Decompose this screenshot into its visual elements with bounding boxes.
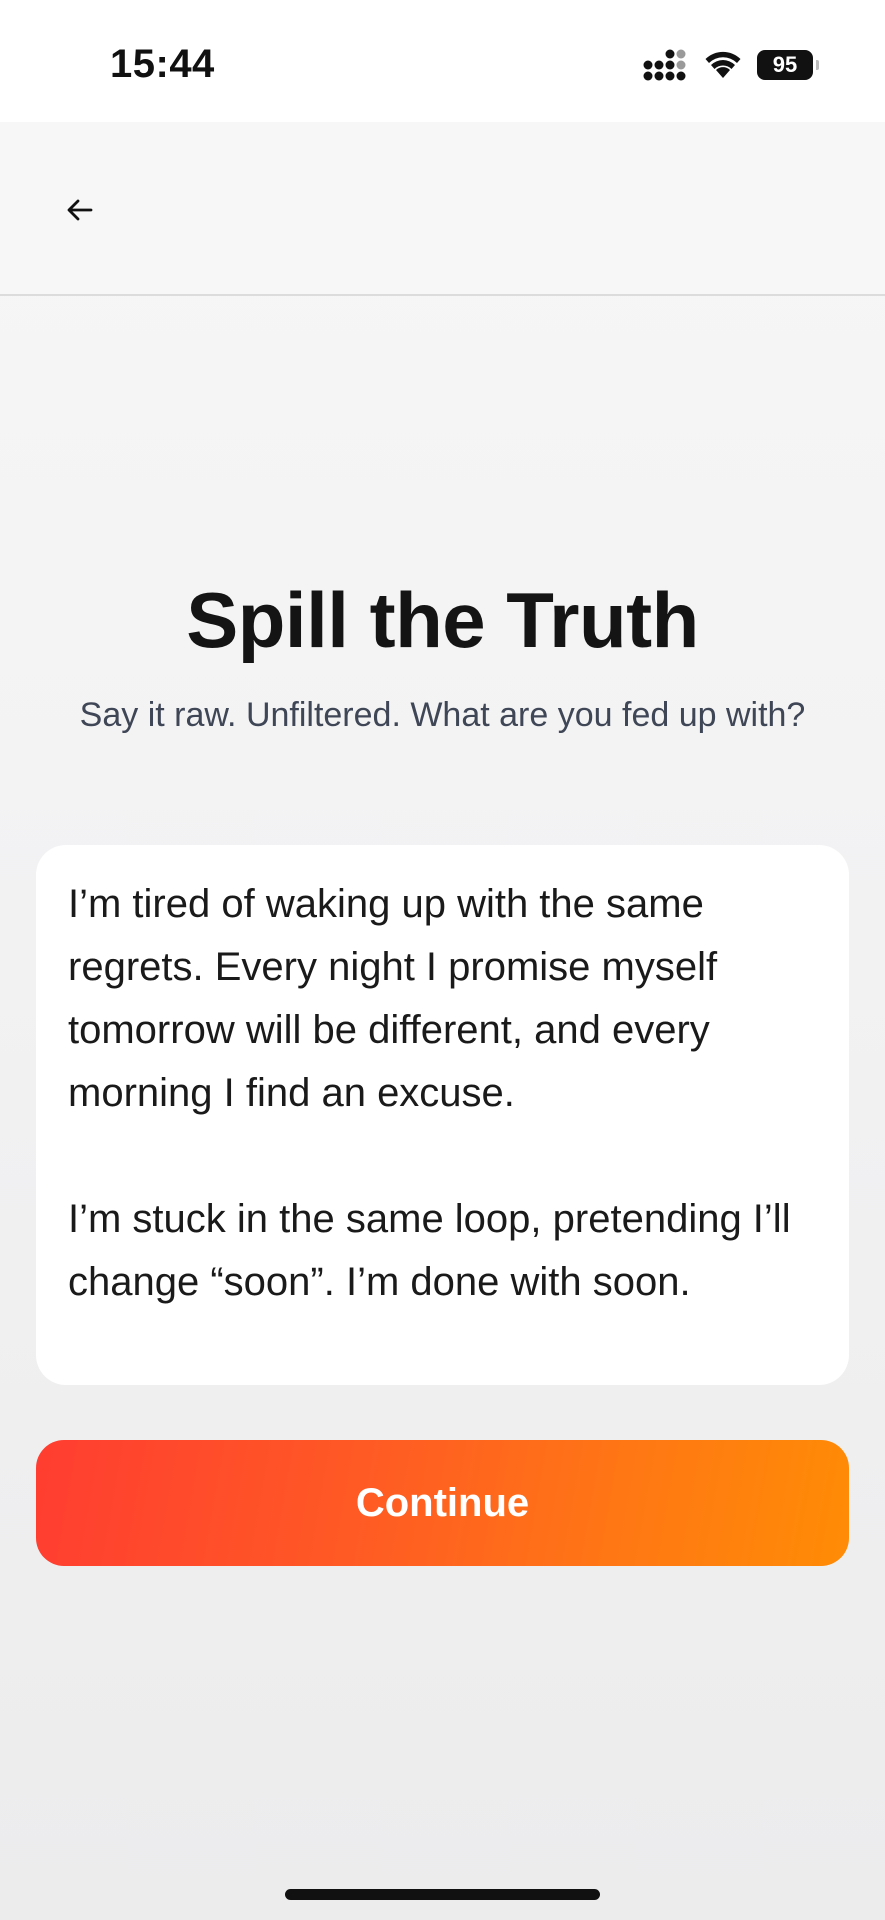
- home-indicator: [285, 1889, 600, 1900]
- battery-level: 95: [772, 52, 798, 77]
- continue-button[interactable]: Continue: [36, 1440, 849, 1566]
- status-icons: 95: [643, 48, 819, 82]
- entry-text-area[interactable]: I’m tired of waking up with the same reg…: [36, 845, 849, 1385]
- battery-tip: [816, 60, 819, 70]
- page-title: Spill the Truth: [186, 576, 699, 664]
- entry-text[interactable]: I’m tired of waking up with the same reg…: [68, 873, 828, 1314]
- page-subtitle: Say it raw. Unfiltered. What are you fed…: [79, 696, 806, 734]
- battery-icon: 95: [757, 50, 819, 80]
- cellular-signal-icon: [643, 49, 686, 81]
- status-time: 15:44: [110, 42, 215, 86]
- status-bar: 15:44 95: [0, 0, 885, 122]
- back-button[interactable]: [52, 182, 108, 238]
- wifi-icon: [705, 51, 741, 78]
- nav-bar: [0, 122, 885, 296]
- arrow-left-icon: [67, 199, 93, 221]
